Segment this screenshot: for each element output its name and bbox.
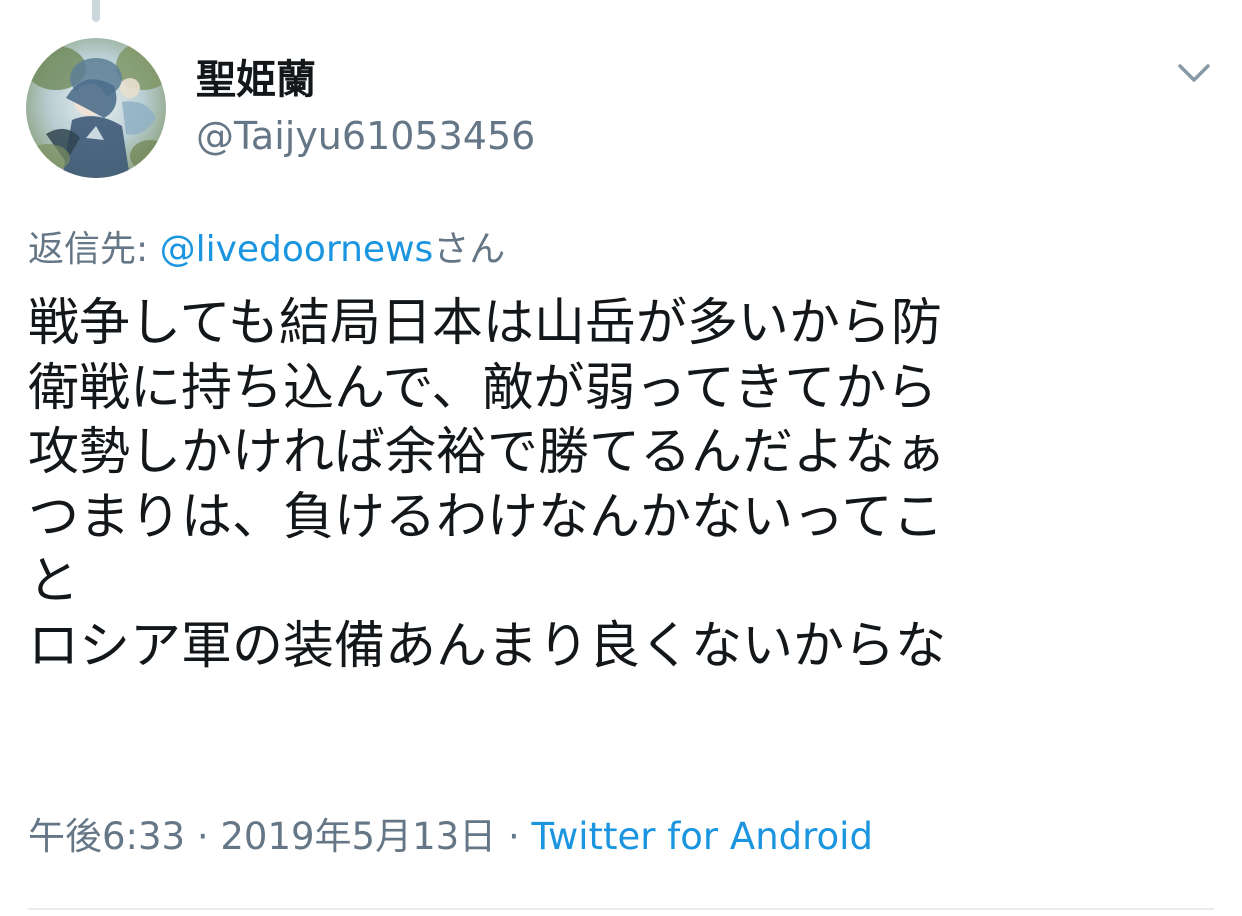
reply-suffix: さん [433,229,506,270]
tweet-text-line: つまりは、負けるわけなんかないってこ [28,487,944,547]
tweet-text-line: 衛戦に持ち込んで、敵が弱ってきてから [28,358,938,418]
tweet-time[interactable]: 午後6:33 [28,815,185,858]
tweet-meta: 午後6:33 · 2019年5月13日 · Twitter for Androi… [28,812,873,862]
divider [28,908,1214,910]
reply-prefix: 返信先: [28,229,160,270]
tweet-menu-button[interactable] [1170,56,1218,96]
tweet-text-line: と [28,552,80,611]
author-display-name[interactable]: 聖姫蘭 [196,56,316,104]
reply-context: 返信先: @livedoornewsさん [28,226,505,274]
tweet-date[interactable]: 2019年5月13日 [220,815,496,858]
thread-connector-line [92,0,100,22]
tweet-text: 戦争しても結局日本は山岳が多いから防 衛戦に持ち込んで、敵が弱ってきてから 攻勢… [28,292,1198,679]
tweet-text-line: 攻勢しかければ余裕で勝てるんだよなぁ [28,423,947,482]
author-handle[interactable]: @Taijyu61053456 [196,113,535,159]
avatar-image [26,38,166,178]
reply-mention-link[interactable]: @livedoornews [160,229,434,270]
tweet-text-line: 戦争しても結局日本は山岳が多いから防 [28,294,942,353]
tweet-source-link[interactable]: Twitter for Android [531,815,872,858]
avatar[interactable] [26,38,166,178]
meta-separator: · [496,815,532,858]
meta-separator: · [185,815,221,858]
chevron-down-icon [1178,64,1210,82]
tweet-text-line: ロシア軍の装備あんまり良くないからな [28,616,947,676]
